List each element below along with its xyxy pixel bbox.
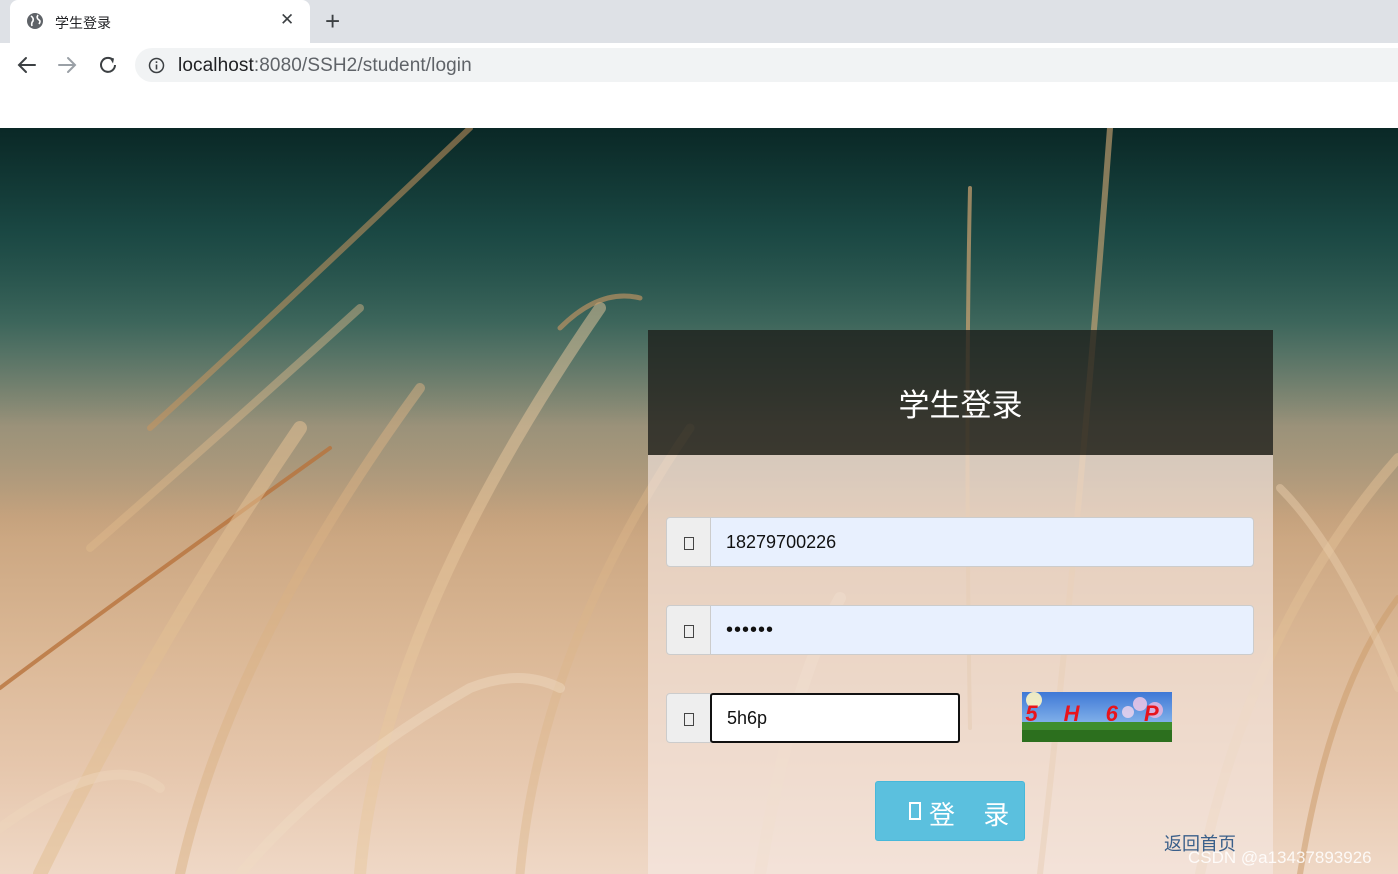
login-icon: [909, 802, 921, 820]
username-input[interactable]: [710, 517, 1254, 567]
new-tab-button[interactable]: +: [325, 6, 340, 36]
reload-icon[interactable]: [95, 52, 121, 78]
info-icon[interactable]: [148, 57, 165, 74]
tab-title: 学生登录: [55, 16, 111, 32]
globe-icon: [27, 13, 43, 29]
browser-tab[interactable]: 学生登录 ✕: [10, 0, 310, 43]
arrow-left-icon[interactable]: [14, 52, 40, 78]
lock-icon: [684, 625, 694, 638]
user-icon: [684, 537, 694, 550]
captcha-code: 5 H 6 P: [1025, 701, 1169, 726]
captcha-addon: [666, 693, 711, 743]
login-button[interactable]: 登 录: [875, 781, 1025, 841]
browser-tabstrip: 学生登录 ✕ +: [0, 0, 1398, 43]
arrow-right-icon[interactable]: [54, 52, 80, 78]
login-button-label: 登 录: [929, 801, 1020, 831]
csdn-watermark: CSDN @a13437893926: [1188, 848, 1372, 867]
browser-toolbar: localhost:8080/SSH2/student/login: [0, 43, 1398, 87]
username-addon: [666, 517, 711, 567]
password-input[interactable]: [710, 605, 1254, 655]
login-title: 学生登录: [898, 388, 1023, 424]
tab-close-icon[interactable]: ✕: [280, 10, 294, 30]
login-panel-header: 学生登录: [648, 330, 1273, 455]
captcha-image[interactable]: 5 H 6 P: [1022, 692, 1172, 742]
password-addon: [666, 605, 711, 655]
login-panel: 学生登录 18279700226 •••••• 5h6p 5 H 6 P 登 录: [648, 330, 1273, 874]
url-text: localhost:8080/SSH2/student/login: [178, 55, 472, 76]
key-icon: [684, 713, 694, 726]
login-page: 学生登录 18279700226 •••••• 5h6p 5 H 6 P 登 录…: [0, 128, 1398, 874]
captcha-input[interactable]: [710, 693, 960, 743]
address-bar[interactable]: localhost:8080/SSH2/student/login: [135, 48, 1398, 82]
